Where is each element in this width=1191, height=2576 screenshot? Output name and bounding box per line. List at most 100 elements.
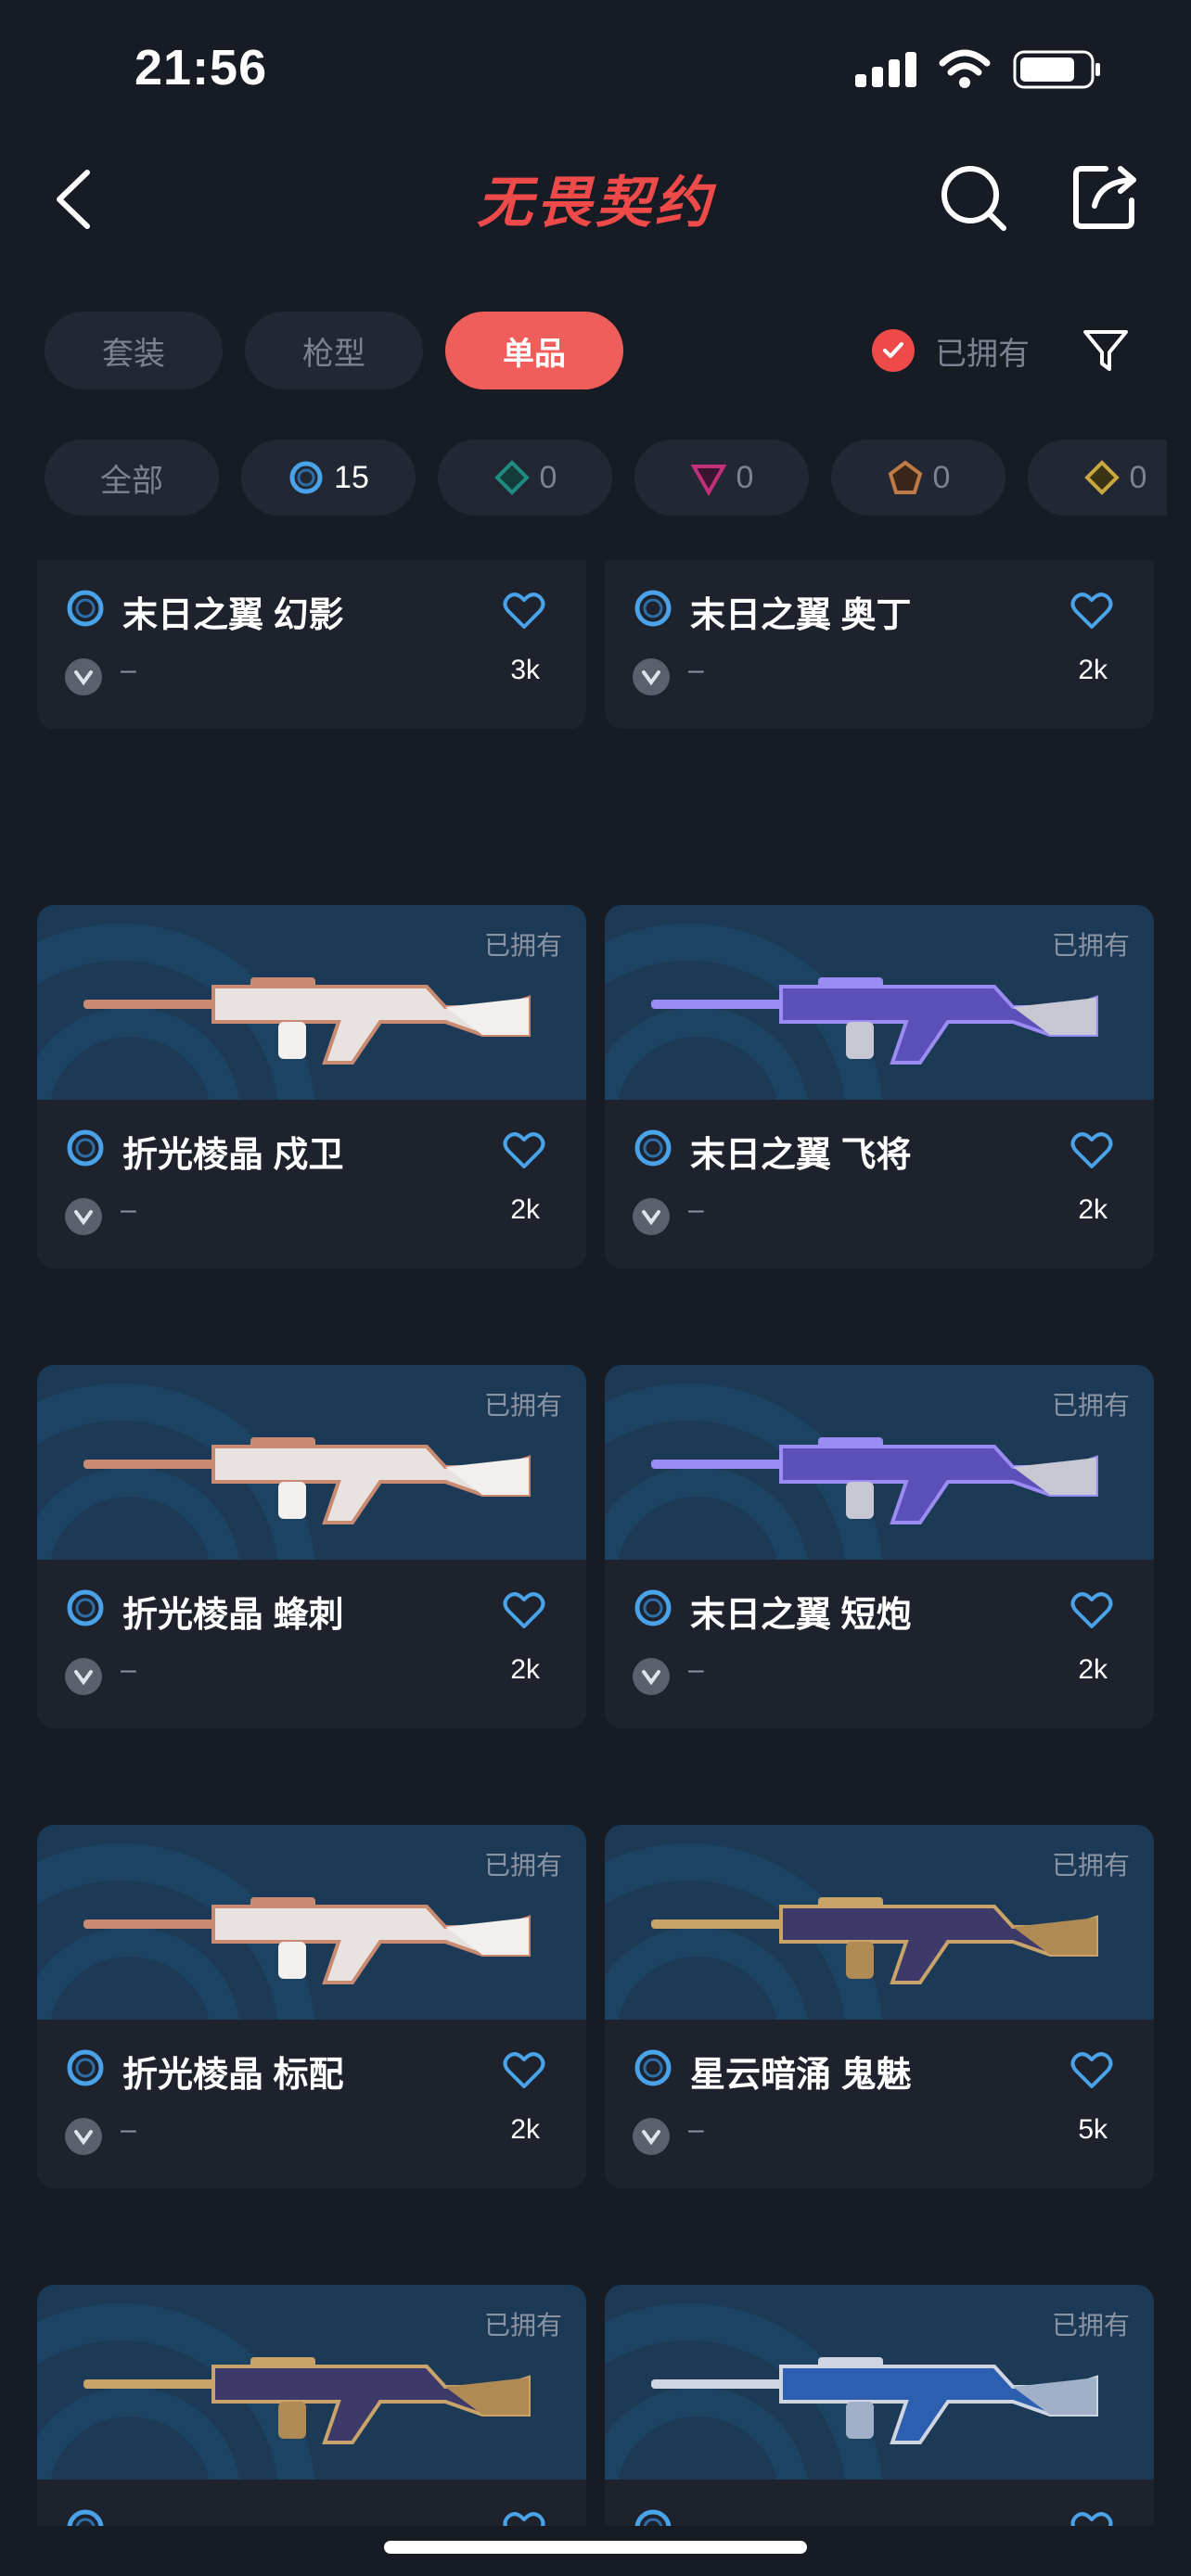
app-title-logo: 无畏契约 bbox=[477, 172, 714, 234]
skin-name: 末日之翼 短炮 bbox=[690, 1596, 912, 1635]
like-count: 2k bbox=[510, 2114, 540, 2145]
heart-icon[interactable] bbox=[1070, 592, 1113, 631]
skin-image: 已拥有 bbox=[605, 905, 1154, 1100]
skin-card[interactable]: 已拥有 末日之翼 短炮 – 2k bbox=[605, 1365, 1154, 1728]
owned-tag: 已拥有 bbox=[483, 931, 562, 960]
pink-triangle-icon bbox=[690, 465, 726, 496]
skin-card[interactable]: 末日之翼 奥丁 – 2k bbox=[605, 560, 1154, 729]
skin-card[interactable]: 已拥有 折光棱晶 标配 – 2k bbox=[37, 1825, 586, 2188]
owned-tag: 已拥有 bbox=[483, 1391, 562, 1420]
blue-ring-icon bbox=[67, 1589, 104, 1626]
heart-icon[interactable] bbox=[503, 2051, 545, 2090]
skin-name: 折光棱晶 蜂刺 bbox=[122, 1596, 344, 1635]
chip-count: 0 bbox=[736, 459, 754, 495]
skin-card[interactable]: 已拥有 折光棱晶 蜂刺 – 2k bbox=[37, 1365, 586, 1728]
chip-yellow-tier[interactable]: 0 bbox=[1028, 440, 1167, 516]
tier-chevron-icon bbox=[633, 2118, 670, 2155]
weapon-skin-image bbox=[651, 1437, 1098, 1524]
weapon-skin-image bbox=[83, 1897, 531, 1984]
chip-orange-tier[interactable]: 0 bbox=[831, 440, 1005, 516]
chip-green-tier[interactable]: 0 bbox=[438, 440, 612, 516]
blue-ring-icon bbox=[634, 1589, 672, 1626]
skin-image: 已拥有 bbox=[605, 2285, 1154, 2480]
weapon-skin-image bbox=[651, 977, 1098, 1065]
tab-weapon-types[interactable]: 枪型 bbox=[245, 312, 423, 389]
wifi-icon bbox=[939, 49, 991, 88]
skin-name: 末日之翼 奥丁 bbox=[690, 596, 912, 635]
tab-single-items[interactable]: 单品 bbox=[445, 312, 623, 389]
chip-label: 全部 bbox=[100, 463, 163, 499]
chip-blue-tier[interactable]: 15 bbox=[241, 440, 416, 516]
blue-ring-icon bbox=[67, 590, 104, 627]
skin-card[interactable]: 已拥有 折光棱晶 戍卫 – 2k bbox=[37, 905, 586, 1269]
skin-image: 已拥有 bbox=[37, 905, 586, 1100]
chip-count: 0 bbox=[539, 459, 557, 495]
tier-chevron-icon bbox=[633, 1658, 670, 1695]
chip-pink-tier[interactable]: 0 bbox=[634, 440, 809, 516]
like-count: 2k bbox=[1078, 655, 1108, 685]
blue-ring-icon bbox=[634, 2509, 672, 2526]
skin-image: 已拥有 bbox=[37, 2285, 586, 2480]
tier-chevron-icon bbox=[633, 1198, 670, 1235]
skin-name: 末日之翼 幻影 bbox=[122, 596, 344, 635]
weapon-skin-image bbox=[651, 2357, 1098, 2444]
top-nav: 无畏契约 bbox=[0, 139, 1191, 260]
heart-icon[interactable] bbox=[503, 2511, 545, 2526]
tier-value: – bbox=[688, 2114, 704, 2145]
owned-tag: 已拥有 bbox=[483, 2311, 562, 2340]
checkmark-icon bbox=[872, 329, 915, 372]
skin-card[interactable]: 已拥有 bbox=[605, 2285, 1154, 2526]
tier-value: – bbox=[121, 655, 136, 685]
heart-icon[interactable] bbox=[1070, 1591, 1113, 1630]
heart-icon[interactable] bbox=[503, 1131, 545, 1170]
skin-name: 末日之翼 飞将 bbox=[690, 1136, 912, 1175]
tier-value: – bbox=[688, 1654, 704, 1685]
like-count: 2k bbox=[510, 1654, 540, 1685]
blue-ring-icon bbox=[634, 2049, 672, 2086]
owned-filter-toggle[interactable]: 已拥有 bbox=[872, 325, 1030, 376]
tier-value: – bbox=[121, 1654, 136, 1685]
chip-count: 15 bbox=[334, 459, 369, 495]
chip-count: 0 bbox=[1129, 459, 1147, 495]
heart-icon[interactable] bbox=[1070, 2051, 1113, 2090]
owned-tag: 已拥有 bbox=[1051, 2311, 1130, 2340]
skin-grid: 末日之翼 幻影 – 3k 末日之翼 奥丁 – 2k 已拥有 折光棱晶 戍卫 – … bbox=[37, 560, 1154, 2526]
share-button[interactable] bbox=[1069, 159, 1143, 234]
weapon-skin-image bbox=[83, 2357, 531, 2444]
tier-value: – bbox=[121, 2114, 136, 2145]
category-tabs: 套装 枪型 单品 bbox=[45, 312, 623, 389]
skin-image: 已拥有 bbox=[605, 1825, 1154, 2020]
heart-icon[interactable] bbox=[503, 592, 545, 631]
search-button[interactable] bbox=[937, 161, 1011, 236]
tier-value: – bbox=[688, 655, 704, 685]
status-bar: 21:56 bbox=[0, 0, 1191, 139]
heart-icon[interactable] bbox=[503, 1591, 545, 1630]
status-time: 21:56 bbox=[134, 40, 268, 96]
blue-ring-icon bbox=[67, 2509, 104, 2526]
skin-image: 已拥有 bbox=[37, 1365, 586, 1560]
like-count: 3k bbox=[510, 655, 540, 685]
filter-funnel-icon[interactable] bbox=[1080, 325, 1132, 376]
skin-name: 折光棱晶 标配 bbox=[122, 2056, 344, 2095]
tier-chevron-icon bbox=[65, 658, 102, 695]
weapon-skin-image bbox=[651, 1897, 1098, 1984]
blue-ring-icon bbox=[67, 2049, 104, 2086]
like-count: 2k bbox=[1078, 1654, 1108, 1685]
skin-card[interactable]: 已拥有 bbox=[37, 2285, 586, 2526]
weapon-skin-image bbox=[83, 977, 531, 1065]
home-indicator bbox=[384, 2541, 807, 2554]
heart-icon[interactable] bbox=[1070, 2511, 1113, 2526]
chip-all[interactable]: 全部 bbox=[45, 440, 219, 516]
skin-card[interactable]: 已拥有 星云暗涌 鬼魅 – 5k bbox=[605, 1825, 1154, 2188]
weapon-skin-image bbox=[83, 1437, 531, 1524]
skin-card[interactable]: 已拥有 末日之翼 飞将 – 2k bbox=[605, 905, 1154, 1269]
skin-card[interactable]: 末日之翼 幻影 – 3k bbox=[37, 560, 586, 729]
owned-tag: 已拥有 bbox=[1051, 931, 1130, 960]
blue-ring-icon bbox=[634, 1129, 672, 1167]
heart-icon[interactable] bbox=[1070, 1131, 1113, 1170]
owned-tag: 已拥有 bbox=[483, 1851, 562, 1880]
owned-filter-label: 已拥有 bbox=[935, 336, 1030, 372]
skin-name: 星云暗涌 鬼魅 bbox=[690, 2056, 912, 2095]
tab-bundles[interactable]: 套装 bbox=[45, 312, 223, 389]
yellow-diamond-icon bbox=[1083, 460, 1120, 495]
